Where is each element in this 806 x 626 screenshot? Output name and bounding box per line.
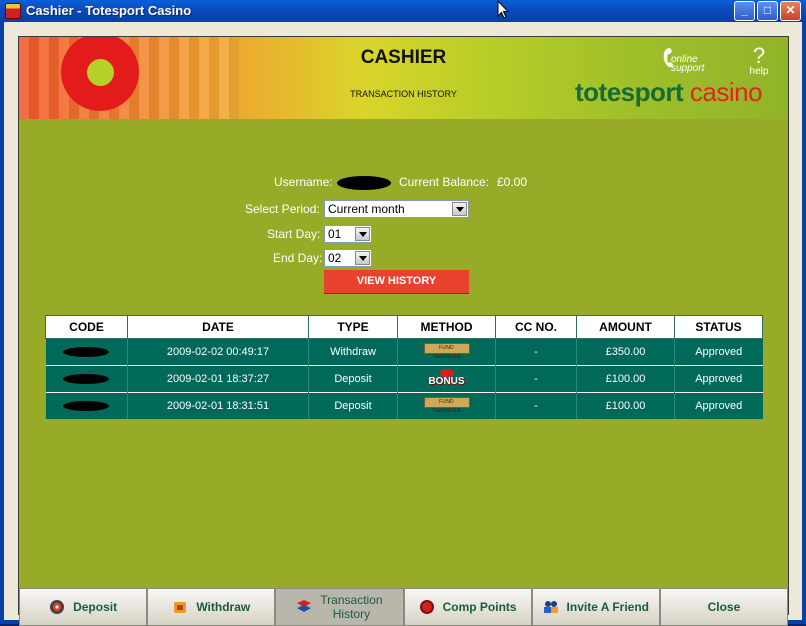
help-label: help [749,66,769,77]
code-redacted [63,374,110,385]
amount-cell: £100.00 [576,392,675,419]
transaction-history-icon [297,600,312,612]
column-header: CC NO. [495,315,577,339]
tab-close[interactable]: Close [659,588,789,626]
fund-transfer-icon: FUND TRANSFER [423,397,470,414]
table-header-row: CODE DATE TYPE METHOD CC NO. AMOUNT STAT… [45,315,763,339]
amount-cell: £100.00 [576,365,675,393]
start-day-label: Start Day: [267,227,321,241]
status-cell: Approved [674,365,763,393]
balance-label: Current Balance: [399,175,490,189]
close-window-button[interactable]: ✕ [780,1,801,21]
type-cell: Deposit [308,365,398,393]
chevron-down-icon [355,251,370,265]
tab-transaction-history[interactable]: Transaction History [275,588,404,626]
amount-cell: £350.00 [576,338,675,366]
code-cell [45,365,128,393]
period-label: Select Period: [245,202,320,216]
type-cell: Withdraw [308,338,398,366]
date-cell: 2009-02-02 00:49:17 [127,338,309,366]
window-title: Cashier - Totesport Casino [26,3,192,18]
type-cell: Deposit [308,392,398,419]
code-redacted [63,401,110,412]
online-support-link[interactable]: online support [661,47,721,74]
view-history-button[interactable]: VIEW HISTORY [324,270,469,293]
date-cell: 2009-02-01 18:31:51 [127,392,309,419]
minimize-button[interactable]: _ [734,1,755,21]
status-cell: Approved [674,392,763,419]
cc-cell: - [495,365,577,393]
table-row: 2009-02-01 18:31:51 Deposit FUND TRANSFE… [45,392,763,419]
deposit-icon [50,600,65,614]
end-day-label: End Day: [273,251,323,265]
maximize-button[interactable]: □ [757,1,778,21]
column-header: TYPE [308,315,398,339]
window-client: CASHIER TRANSACTION HISTORY online suppo… [4,22,802,626]
online-support-label: online support [671,54,705,74]
code-redacted [63,347,110,358]
username-label: Username: [274,175,333,189]
invite-friend-icon [543,601,558,613]
column-header: CODE [45,315,128,339]
window-frame: CASHIER TRANSACTION HISTORY online suppo… [0,22,806,626]
chevron-down-icon [355,227,370,241]
status-cell: Approved [674,338,763,366]
transaction-table: CODE DATE TYPE METHOD CC NO. AMOUNT STAT… [45,315,763,419]
brand-logo: totesport casino [575,77,763,107]
column-header: METHOD [397,315,496,339]
tab-withdraw[interactable]: Withdraw [147,588,276,626]
start-day-select[interactable]: 01 [324,225,372,243]
method-cell: BONUS [397,365,496,393]
comp-points-icon [419,600,434,614]
period-select[interactable]: Current month [324,200,469,218]
cashier-tab-bar: Deposit Withdraw Transaction History Com… [19,588,789,626]
column-header: AMOUNT [576,315,675,339]
bonus-icon: BONUS [428,368,466,387]
code-cell [45,392,128,419]
username-value-redacted [337,176,391,190]
app-icon [5,3,21,19]
end-day-select[interactable]: 02 [324,249,372,267]
method-cell: FUND TRANSFER [397,338,496,366]
tab-comp-points[interactable]: Comp Points [403,588,532,626]
mouse-cursor-icon [497,0,509,19]
table-row: 2009-02-01 18:37:27 Deposit BONUS - £100… [45,365,763,393]
header-banner: CASHIER TRANSACTION HISTORY online suppo… [19,37,788,119]
title-bar[interactable]: Cashier - Totesport Casino _ □ ✕ [0,0,806,22]
help-link[interactable]: ? help [744,43,774,77]
chevron-down-icon [452,202,467,216]
code-cell [45,338,128,366]
method-cell: FUND TRANSFER [397,392,496,419]
withdraw-icon [174,602,187,613]
cashier-panel: CASHIER TRANSACTION HISTORY online suppo… [18,36,789,626]
cc-cell: - [495,338,577,366]
help-icon: ? [752,43,766,68]
table-row: 2009-02-02 00:49:17 Withdraw FUND TRANSF… [45,338,763,366]
tab-invite-a-friend[interactable]: Invite A Friend [531,588,660,626]
fund-transfer-icon: FUND TRANSFER [423,343,470,360]
tab-deposit[interactable]: Deposit [19,588,148,626]
balance-value: £0.00 [497,175,528,189]
date-cell: 2009-02-01 18:37:27 [127,365,309,393]
column-header: STATUS [674,315,763,339]
cc-cell: - [495,392,577,419]
column-header: DATE [127,315,309,339]
